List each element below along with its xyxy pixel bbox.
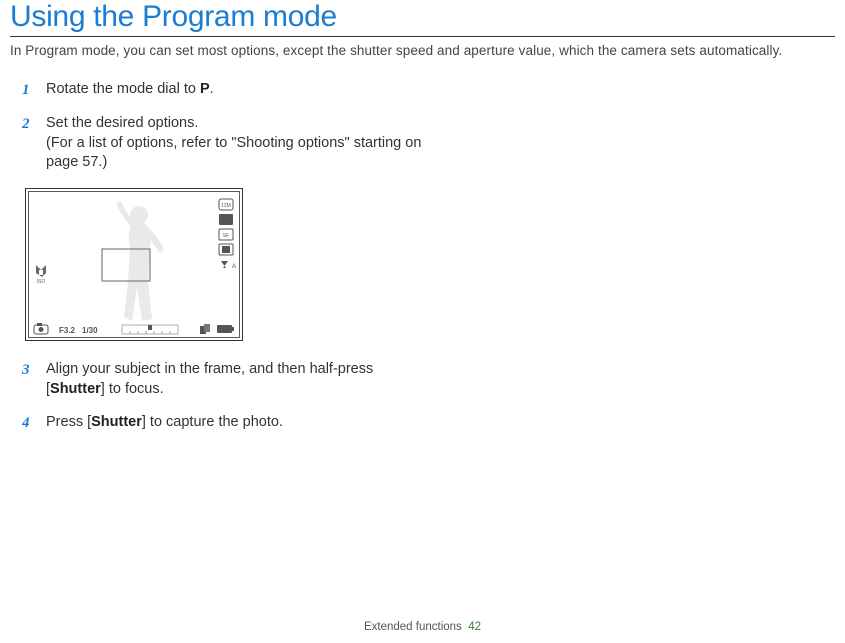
battery-icon [217, 325, 234, 333]
camera-preview: 12M SF A ISO [24, 187, 430, 342]
step-number: 1 [22, 80, 34, 100]
text: Press [ [46, 414, 91, 430]
step-3: 3 Align your subject in the frame, and t… [22, 360, 430, 399]
svg-text:SF: SF [223, 233, 229, 239]
steps-list: 1 Rotate the mode dial to P. 2 Set the d… [10, 80, 430, 433]
text: . [210, 81, 214, 97]
aperture-value: F3.2 [59, 326, 76, 335]
step-1: 1 Rotate the mode dial to P. [22, 80, 430, 100]
step-2: 2 Set the desired options. (For a list o… [22, 114, 430, 173]
text: Set the desired options. [46, 114, 430, 134]
camera-preview-svg: 12M SF A ISO [24, 187, 244, 342]
text: ] to focus. [101, 381, 164, 397]
step-number: 4 [22, 413, 34, 433]
page-number: 42 [468, 621, 481, 633]
step-text: Rotate the mode dial to P. [46, 80, 430, 100]
section-name: Extended functions [364, 621, 462, 633]
p-mode-icon: P [200, 81, 210, 97]
step-number: 3 [22, 360, 34, 399]
text: Rotate the mode dial to [46, 81, 200, 97]
step-text: Press [Shutter] to capture the photo. [46, 413, 430, 433]
page-footer: Extended functions 42 [0, 621, 845, 633]
step-text: Set the desired options. (For a list of … [46, 114, 430, 173]
page-title: Using the Program mode [10, 0, 835, 34]
step-number: 2 [22, 114, 34, 173]
shutter-label: Shutter [91, 414, 142, 430]
svg-text:12M: 12M [221, 203, 231, 209]
shutter-label: Shutter [50, 381, 101, 397]
title-row: Using the Program mode [10, 0, 835, 37]
intro-text: In Program mode, you can set most option… [10, 43, 835, 58]
text: ] to capture the photo. [142, 414, 283, 430]
svg-text:A: A [232, 264, 236, 270]
text: (For a list of options, refer to "Shooti… [46, 134, 430, 173]
shutter-value: 1/30 [82, 326, 98, 335]
svg-text:ISO: ISO [37, 279, 46, 285]
step-text: Align your subject in the frame, and the… [46, 360, 430, 399]
step-4: 4 Press [Shutter] to capture the photo. [22, 413, 430, 433]
